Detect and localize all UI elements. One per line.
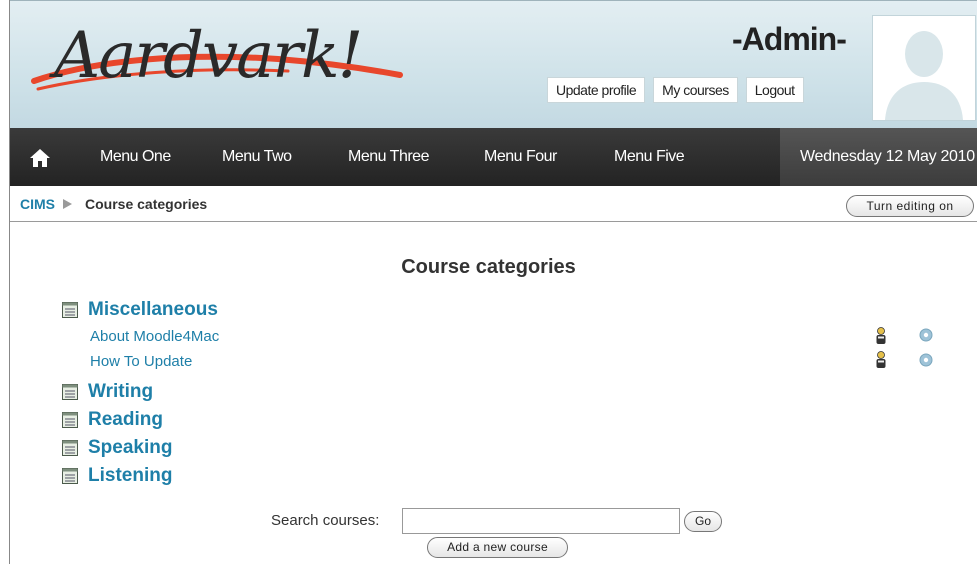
nav-menu-two[interactable]: Menu Two xyxy=(222,148,292,166)
category-label[interactable]: Miscellaneous xyxy=(88,299,218,321)
category-writing[interactable]: Writing xyxy=(62,381,153,403)
nav-menu-four[interactable]: Menu Four xyxy=(484,148,557,166)
avatar[interactable] xyxy=(872,15,976,121)
user-menu: Update profile My courses Logout xyxy=(547,77,804,103)
category-label[interactable]: Writing xyxy=(88,381,153,403)
course-link-about-moodle4mac[interactable]: About Moodle4Mac xyxy=(90,328,219,345)
category-label[interactable]: Speaking xyxy=(88,437,172,459)
category-speaking[interactable]: Speaking xyxy=(62,437,172,459)
nav-menu-one[interactable]: Menu One xyxy=(100,148,171,166)
category-miscellaneous[interactable]: Miscellaneous xyxy=(62,299,218,321)
category-icon xyxy=(62,302,78,318)
breadcrumb: CIMS Course categories Turn editing on xyxy=(10,186,977,222)
go-button[interactable]: Go xyxy=(684,511,722,532)
category-reading[interactable]: Reading xyxy=(62,409,163,431)
category-label[interactable]: Reading xyxy=(88,409,163,431)
info-icon[interactable] xyxy=(919,328,933,342)
user-name: -Admin- xyxy=(732,21,847,57)
category-icon xyxy=(62,440,78,456)
breadcrumb-current: Course categories xyxy=(85,196,208,212)
category-icon xyxy=(62,412,78,428)
nav-date: Wednesday 12 May 2010 xyxy=(780,128,977,186)
logout-link[interactable]: Logout xyxy=(745,77,804,103)
search-courses-input[interactable] xyxy=(402,508,680,534)
main-nav: Menu One Menu Two Menu Three Menu Four M… xyxy=(10,128,977,186)
search-courses-label: Search courses: xyxy=(271,512,380,529)
teacher-icon[interactable] xyxy=(874,327,888,345)
nav-menu-three[interactable]: Menu Three xyxy=(348,148,429,166)
course-link-how-to-update[interactable]: How To Update xyxy=(90,353,192,370)
update-profile-link[interactable]: Update profile xyxy=(547,77,646,103)
info-icon[interactable] xyxy=(919,353,933,367)
breadcrumb-home-link[interactable]: CIMS xyxy=(20,196,55,212)
turn-editing-on-button[interactable]: Turn editing on xyxy=(846,195,974,217)
add-new-course-button[interactable]: Add a new course xyxy=(427,537,568,558)
nav-menu-five[interactable]: Menu Five xyxy=(614,148,685,166)
page-title: Course categories xyxy=(401,256,576,278)
category-icon xyxy=(62,468,78,484)
category-label[interactable]: Listening xyxy=(88,465,172,487)
site-name: Aardvark! xyxy=(54,19,363,93)
user-silhouette-icon xyxy=(885,31,963,120)
my-courses-link[interactable]: My courses xyxy=(653,77,738,103)
breadcrumb-arrow-icon xyxy=(63,199,72,209)
page-header: Aardvark! -Admin- Update profile My cour… xyxy=(10,0,977,128)
home-icon[interactable] xyxy=(28,146,52,170)
teacher-icon[interactable] xyxy=(874,351,888,369)
category-listening[interactable]: Listening xyxy=(62,465,172,487)
category-icon xyxy=(62,384,78,400)
